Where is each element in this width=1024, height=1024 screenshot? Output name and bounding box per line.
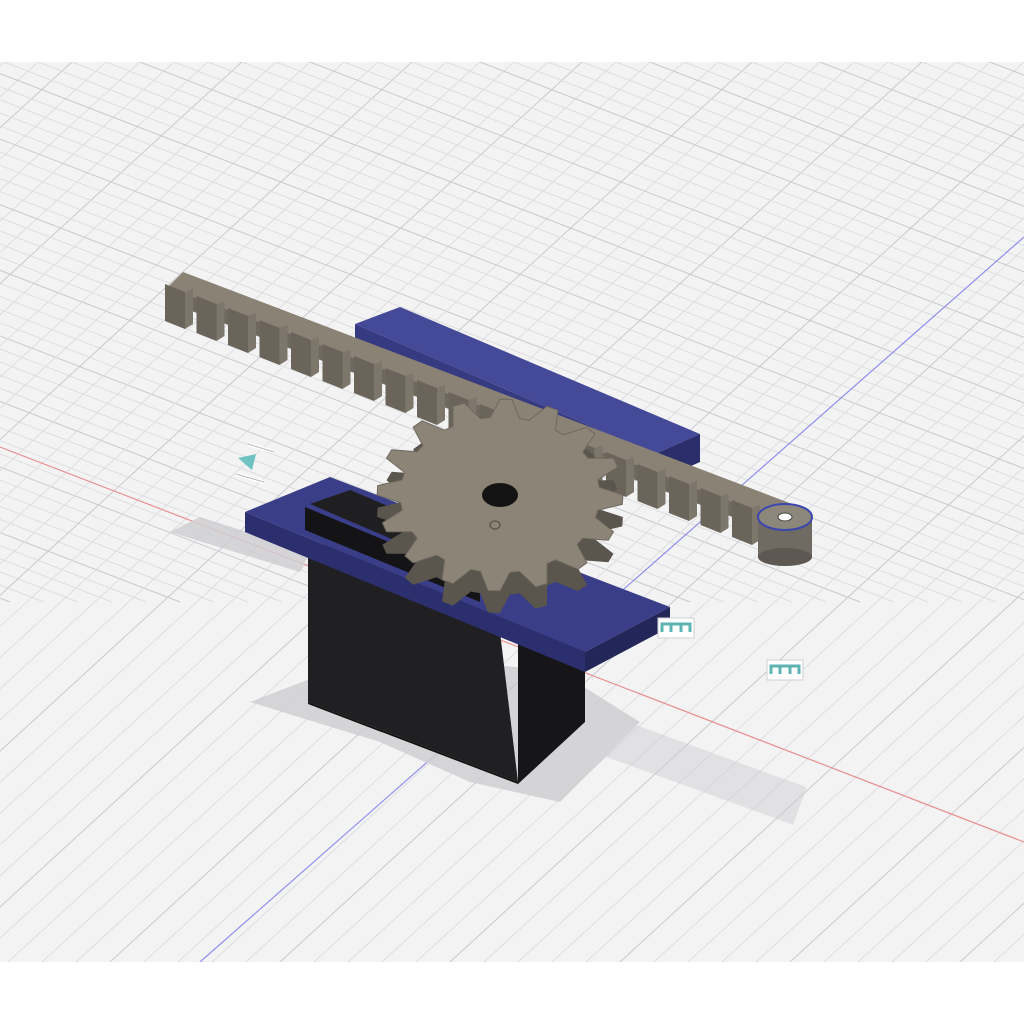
rack-tooth-side	[185, 289, 193, 329]
rack-tooth-side	[216, 301, 225, 341]
gear-bore	[482, 483, 518, 507]
rack-tooth-side	[342, 349, 351, 389]
rack-tooth-side	[405, 373, 414, 413]
rack-end-cylinder[interactable]	[757, 503, 813, 566]
3d-viewport[interactable]	[0, 62, 1024, 962]
rack-tooth-side	[657, 469, 666, 509]
coincident-constraint-icon[interactable]	[766, 659, 804, 681]
rack-tooth-side	[374, 361, 382, 401]
rack-tooth-side	[279, 325, 288, 365]
rack-tooth-side	[437, 385, 445, 425]
rack-tooth-side	[248, 313, 256, 353]
viewport-canvas[interactable]	[0, 62, 1024, 962]
rack-tooth-side	[626, 457, 634, 497]
rack-tooth-side	[689, 481, 697, 521]
coincident-constraint-icon[interactable]	[657, 617, 695, 639]
rack-tooth-side	[311, 337, 319, 377]
rack-tooth-side	[720, 493, 729, 533]
